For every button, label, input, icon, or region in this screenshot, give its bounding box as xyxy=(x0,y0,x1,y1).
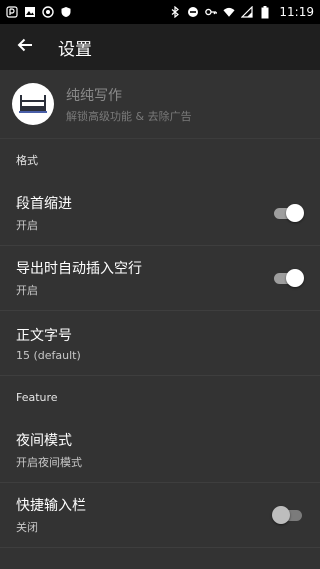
image-icon xyxy=(24,6,36,18)
app-bar: 设置 xyxy=(0,24,320,70)
wifi-icon xyxy=(223,6,235,18)
setting-quick-input-bar[interactable]: 快捷输入栏 关闭 xyxy=(0,483,320,548)
bluetooth-icon xyxy=(169,6,181,18)
back-button[interactable] xyxy=(2,24,48,70)
premium-promo[interactable]: 纯纯写作 解锁高级功能 & 去除广告 xyxy=(0,70,320,139)
export-blank-lines-toggle[interactable] xyxy=(274,268,304,288)
setting-font-size[interactable]: 正文字号 15 (default) xyxy=(0,311,320,376)
status-bar-left xyxy=(6,6,72,18)
app-logo xyxy=(12,83,54,125)
setting-summary: 15 (default) xyxy=(16,348,81,362)
signal-icon xyxy=(241,6,254,18)
setting-title: 正文字号 xyxy=(16,327,72,344)
shield-icon xyxy=(60,6,72,18)
quick-input-bar-toggle[interactable] xyxy=(272,505,302,525)
promo-subtitle: 解锁高级功能 & 去除广告 xyxy=(66,109,192,123)
do-not-disturb-icon xyxy=(187,6,199,18)
setting-title: 夜间模式 xyxy=(16,433,72,449)
paragraph-indent-toggle[interactable] xyxy=(274,203,304,223)
status-bar-right: 11:19 xyxy=(169,5,314,19)
toggle-thumb xyxy=(286,204,304,222)
back-arrow-icon xyxy=(16,36,34,58)
status-bar: 11:19 xyxy=(0,0,320,24)
setting-paragraph-indent[interactable]: 段首缩进 开启 xyxy=(0,181,320,246)
setting-export-blank-lines[interactable]: 导出时自动插入空行 开启 xyxy=(0,246,320,311)
app-notification-icon xyxy=(6,6,18,18)
section-header-format: 格式 xyxy=(16,154,38,167)
promo-title: 纯纯写作 xyxy=(66,87,122,104)
section-header-feature: Feature xyxy=(16,390,58,404)
setting-summary: 开启夜间模式 xyxy=(16,456,82,469)
key-icon xyxy=(205,6,218,18)
toggle-thumb xyxy=(286,269,304,287)
settings-list: 纯纯写作 解锁高级功能 & 去除广告 格式 段首缩进 开启 导出时自动插入空行 … xyxy=(0,70,320,569)
page-title: 设置 xyxy=(58,39,92,60)
toggle-thumb xyxy=(272,506,290,524)
battery-icon xyxy=(259,5,271,18)
setting-night-mode[interactable]: 夜间模式 开启夜间模式 xyxy=(0,418,320,483)
status-bar-time: 11:19 xyxy=(279,5,314,19)
record-icon xyxy=(42,6,54,18)
